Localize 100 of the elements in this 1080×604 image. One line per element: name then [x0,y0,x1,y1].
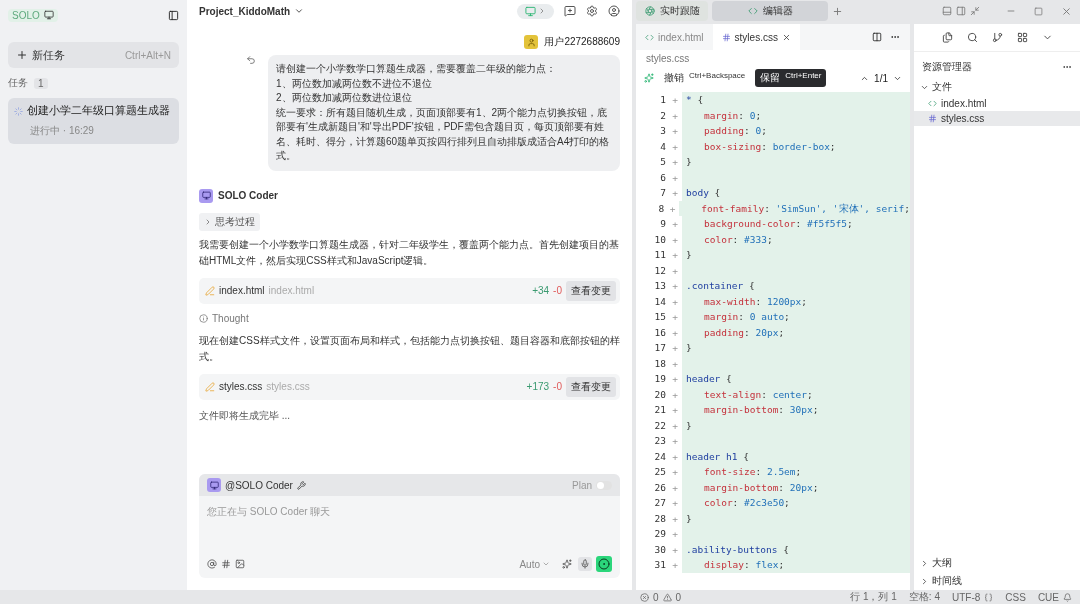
workspace-tab[interactable]: 编辑器 [712,1,828,21]
line-number: 4 [659,140,667,152]
file-name: styles.css [219,381,263,392]
pencil-icon [205,381,215,392]
image-icon[interactable] [235,559,245,569]
microphone-button[interactable] [578,557,592,571]
keep-button[interactable]: 保留 Ctrl+Enter [755,69,827,87]
line-number: 12 [653,264,667,276]
user-avatar [524,35,539,49]
panel-bottom-icon[interactable] [942,6,952,16]
line-number: 15 [653,311,667,323]
diff-marker: + [671,280,679,292]
monitor-icon [43,10,54,20]
agent-pill[interactable] [517,3,554,19]
app-logo: SOLO [8,8,58,22]
status-item[interactable]: 空格: 4 [908,590,940,604]
new-chat-icon[interactable] [564,5,576,17]
file-item[interactable]: index.html [914,96,1080,111]
task-count: 1 [34,77,48,89]
diff-marker: + [671,295,679,307]
new-task-button[interactable]: 新任务 Ctrl+Alt+N [8,42,179,68]
view-changes-button[interactable]: 查看变更 [566,280,616,301]
line-number: 8 [657,202,666,214]
diff-marker: + [671,171,679,183]
breadcrumb: styles.css [645,52,691,66]
diff-marker: + [671,218,679,230]
hash-icon[interactable] [221,559,231,569]
language-mode[interactable]: CSS [1005,591,1026,603]
aperture-icon [644,6,655,16]
send-button[interactable] [596,556,612,572]
info-icon [199,313,208,323]
diff-marker: + [671,373,679,385]
hash-icon [928,114,937,123]
explorer-title: 资源管理器 [922,60,972,74]
file-path: index.html [268,285,315,296]
section-header[interactable]: 文件 [914,78,1080,96]
sidebar-toggle-icon[interactable] [168,9,179,21]
diff-marker: + [671,512,679,524]
grid-icon[interactable] [1016,32,1028,43]
close-icon[interactable] [1061,5,1072,17]
editor-tab[interactable]: index.html [636,24,713,50]
diff-marker: + [671,404,679,416]
line-number: 31 [653,559,667,571]
split-editor-icon[interactable] [872,32,882,42]
error-count: 0 [653,591,659,603]
branch-icon[interactable] [991,32,1003,43]
task-item[interactable]: 创建小学二年级口算题生成器 进行中 · 16:29 [8,98,179,144]
spinner-icon [14,106,23,116]
plan-label: Plan [572,479,592,491]
diff-marker: + [671,249,679,261]
line-number: 21 [653,404,667,416]
cue-item[interactable]: CUE [1037,591,1059,603]
added-count: +173 [526,381,550,392]
bell-icon[interactable] [1063,592,1072,602]
chevron-icon [542,560,550,568]
status-text: 文件即将生成完毕 ... [199,408,292,423]
code-icon [645,32,654,42]
user-name: 用户2272688609 [544,35,620,49]
sparkle-button[interactable] [560,557,574,571]
section-header[interactable]: 时间线 [914,572,1080,590]
diff-marker: + [671,342,679,354]
view-changes-button[interactable]: 查看变更 [566,376,616,397]
agent-avatar [207,478,221,492]
undo-button[interactable]: 撤销 Ctrl+Backspace [659,69,751,87]
file-name: index.html [219,285,265,296]
file-item[interactable]: styles.css [914,111,1080,126]
diff-marker: + [671,233,679,245]
code-icon [928,99,937,108]
diff-marker: + [671,559,679,571]
files-icon[interactable] [941,32,953,43]
settings-icon[interactable] [586,5,598,17]
project-selector[interactable]: Project_KiddoMath [199,5,305,17]
thinking-toggle[interactable]: 思考过程 [199,212,260,231]
status-item[interactable]: 行 1，列 1 [850,590,897,604]
diff-marker: + [671,528,679,540]
line-number: 10 [653,233,667,245]
section-header[interactable]: 大纲 [914,554,1080,572]
close-icon[interactable] [781,32,791,42]
line-number: 5 [659,156,667,168]
status-item[interactable]: UTF-8 [951,591,981,603]
line-number: 7 [659,187,667,199]
panel-right-icon[interactable] [956,6,966,16]
message-composer[interactable]: @SOLO Coder Plan 您正在与 SOLO Coder 聊天 Auto [199,474,620,578]
workspace-tab[interactable]: 实时跟随 [636,1,708,21]
plan-toggle[interactable] [596,480,612,490]
undo-icon[interactable] [246,55,256,65]
line-number: 9 [659,218,667,230]
line-number: 29 [653,528,667,540]
editor-tab[interactable]: styles.css [712,24,800,50]
diff-marker: + [671,109,679,121]
search-icon[interactable] [966,32,978,43]
code-icon [747,6,758,16]
user-icon[interactable] [608,5,620,17]
diff-marker: + [671,543,679,555]
request-bubble: 请创建一个小学数学口算题生成器，需要覆盖二年级的能力点： 1、两位数加减两位数不进位不退位 2、两位数加减两位数进位退位 统一要求：所有题目随机生成，页面顶部要有1、2两个能力点切换按钮，底部要有'生成新题目'和'导出PDF'按钮，PDF需包含题目页，每页顶部要有姓名、耗时、得分，计算题60题单页按四行排列且自动排版成适合A4打印的格式。 [268,55,620,171]
tools-icon[interactable] [296,480,306,490]
minimize-panel-icon[interactable] [970,6,980,16]
add-tab-icon[interactable] [832,5,843,17]
monitor-icon [525,5,536,17]
mention-icon[interactable] [207,559,217,569]
